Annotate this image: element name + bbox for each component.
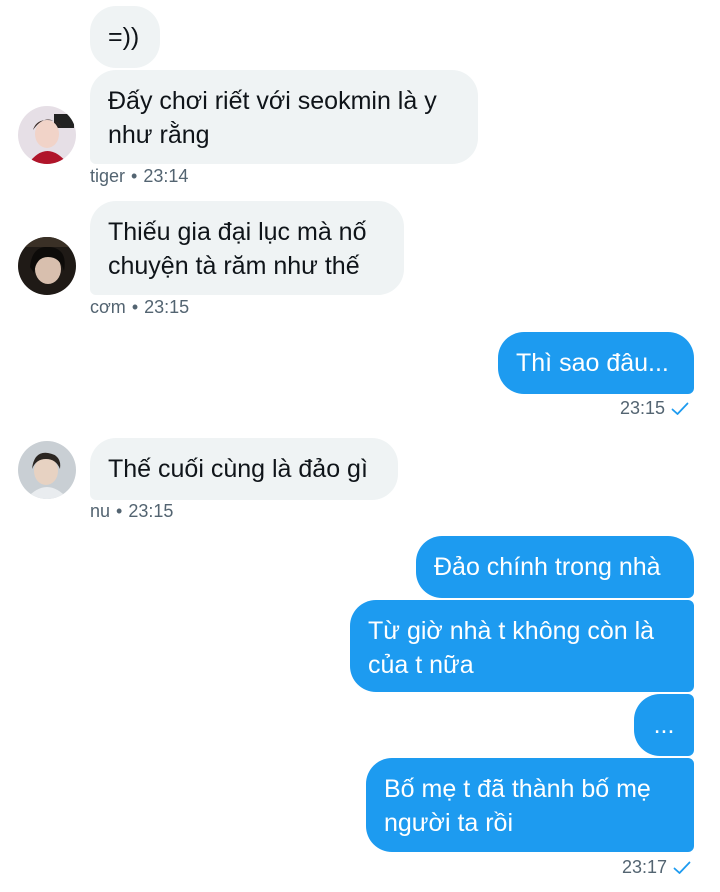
sender-name: tiger [90,166,126,186]
message-meta: tiger • 23:14 [90,166,188,187]
message-text-line: như rằng [108,121,210,149]
avatar-com[interactable] [18,237,76,295]
message-bubble[interactable]: ... [634,694,694,756]
message-meta: 23:15 [620,398,689,419]
check-icon [671,402,689,416]
sender-name: cơm [90,297,126,317]
message-bubble[interactable]: Thì sao đâu... [498,332,694,394]
message-bubble[interactable]: =)) [90,6,160,68]
message-text: Đảo chính trong nhà [434,553,661,581]
avatar-icon [18,441,76,499]
avatar-tiger[interactable] [18,106,76,164]
message-meta: cơm • 23:15 [90,297,189,318]
message-time: 23:15 [620,398,666,418]
message-text-line: Bố mẹ t đã thành bố mẹ [384,775,651,803]
message-bubble[interactable]: Thiếu gia đại lục mà nố chuyện tà răm nh… [90,201,404,295]
message-meta: 23:17 [622,857,691,878]
message-text: ... [653,711,675,739]
message-time: 23:15 [144,297,190,317]
message-text-line: chuyện tà răm như thế [108,252,360,280]
message-text-line: Thiếu gia đại lục mà nố [108,218,367,246]
message-text: =)) [108,23,140,51]
message-text-line: Từ giờ nhà t không còn là [368,617,655,645]
avatar-nu[interactable] [18,441,76,499]
meta-separator: • [131,166,138,186]
meta-separator: • [131,297,139,317]
message-time: 23:15 [128,501,174,521]
message-bubble[interactable]: Đấy chơi riết với seokmin là y như rằng [90,70,478,164]
message-text-line: của t nữa [368,651,474,679]
check-icon [673,861,691,875]
message-text-line: Đấy chơi riết với seokmin là y [108,87,437,115]
message-text: Thế cuối cùng là đảo gì [108,455,368,483]
message-bubble[interactable]: Thế cuối cùng là đảo gì [90,438,398,500]
message-time: 23:14 [143,166,189,186]
meta-separator: • [116,501,123,521]
sender-name: nu [90,501,111,521]
message-time: 23:17 [622,857,668,877]
message-text-line: người ta rồi [384,809,514,837]
message-text: Thì sao đâu... [516,349,669,377]
avatar-icon [18,106,76,164]
avatar-icon [18,237,76,295]
message-bubble[interactable]: Bố mẹ t đã thành bố mẹ người ta rồi [366,758,694,852]
message-bubble[interactable]: Từ giờ nhà t không còn là của t nữa [350,600,694,692]
message-meta: nu • 23:15 [90,501,173,522]
message-bubble[interactable]: Đảo chính trong nhà [416,536,694,598]
